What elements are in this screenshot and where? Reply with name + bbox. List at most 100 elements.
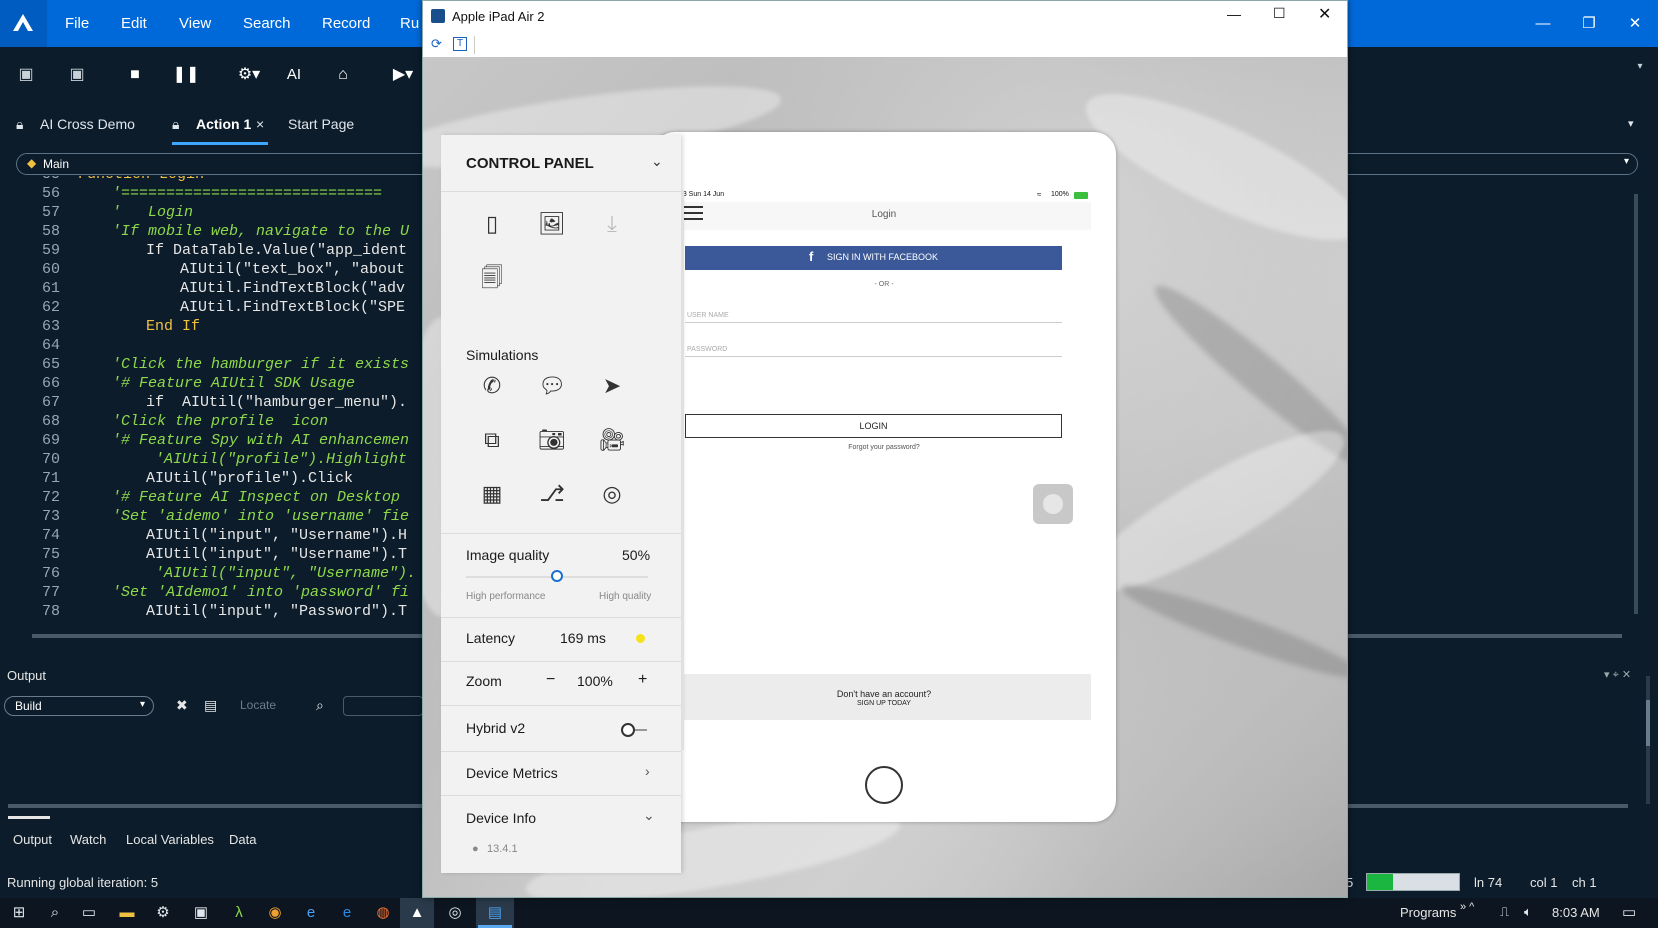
menu-edit[interactable]: Edit [121,0,147,47]
text-icon[interactable]: T [453,37,467,51]
panel-options-icon[interactable]: ▾ ⌖ ✕ [1604,668,1631,682]
settings-icon[interactable]: ⚙ [152,902,174,924]
tab-ai-cross-demo[interactable]: AI Cross Demo [40,103,135,145]
uft-icon[interactable]: ▲ [406,902,428,924]
archive-icon[interactable]: ⌂ [329,47,357,103]
chevron-right-icon[interactable]: › [645,763,650,779]
menu-view[interactable]: View [179,0,211,47]
output-vertical-scrollbar[interactable] [1646,676,1650,804]
tab-close-icon[interactable]: × [256,103,264,145]
device-info-label[interactable]: Device Info [466,810,536,826]
rotate-device-icon[interactable]: ▯ [477,209,507,239]
image-icon[interactable]: 🖼︎ [537,209,567,239]
maximize-icon[interactable]: ☐ [1273,5,1286,22]
terminal-icon[interactable]: ▣ [190,902,212,924]
task-view-icon[interactable]: ▭ [78,902,100,924]
device-metrics-label[interactable]: Device Metrics [466,765,558,781]
code-text: 'Set 'aidemo' into 'username' fie [112,508,410,525]
app-switch-icon[interactable]: ⧉ [477,425,507,455]
zoom-out-button[interactable]: − [546,671,555,689]
bottom-tab-output[interactable]: Output [13,832,52,847]
tab-list-icon[interactable]: ▾ [1628,103,1634,145]
signup-link[interactable]: SIGN UP TODAY [677,700,1091,707]
chevron-down-icon[interactable]: ⌄ [643,807,655,824]
search-icon[interactable]: ⌕ [44,902,66,924]
video-icon[interactable]: 🎥︎ [597,425,627,455]
app-icon[interactable]: λ [228,902,250,924]
search-icon[interactable]: ⌕ [316,697,324,714]
code-text: '# Feature Spy with AI enhancemen [112,432,410,449]
document-text-icon[interactable]: 🗐︎ [477,263,507,293]
device-screen[interactable]: :03 Sun 14 Jun 100% ≈ Login f SIGN IN WI… [677,190,1091,736]
record-options-icon[interactable]: ⚙▾ [232,47,266,103]
wrap-icon[interactable]: ▤ [204,697,217,714]
restore-icon[interactable]: ❐ [1566,0,1612,47]
password-field[interactable]: PASSWORD [685,344,1062,357]
latency-label: Latency [466,630,516,646]
control-panel-scrollbar[interactable] [681,190,684,750]
stop-icon[interactable]: ■ [121,47,149,103]
chevron-up-icon[interactable]: » ^ [1460,901,1474,913]
assistive-touch-button[interactable] [1033,484,1073,524]
forgot-password-link[interactable]: Forgot your password? [677,444,1091,451]
build-select[interactable]: Build ▾ [4,696,154,716]
emulator-title: Apple iPad Air 2 [452,9,545,24]
tab-action-1[interactable]: Action 1 [196,103,251,145]
network-icon[interactable]: ◎ [597,479,627,509]
output-search-input[interactable] [343,696,423,716]
save-icon[interactable]: ▣ [12,47,40,103]
file-explorer-icon[interactable]: ▬ [116,902,138,924]
minimize-icon[interactable]: — [1227,6,1241,22]
tab-start-page[interactable]: Start Page [288,103,354,145]
fingerprint-icon[interactable]: ⎇ [537,479,567,509]
menu-search[interactable]: Search [243,0,291,47]
chevron-down-icon[interactable]: ▾ [1626,39,1654,95]
chevron-down-icon[interactable]: ⌄ [651,153,663,170]
login-button-label: LOGIN [859,421,888,431]
bottom-tab-local-variables[interactable]: Local Variables [126,832,214,847]
ai-button[interactable]: AI [280,47,308,103]
username-field[interactable]: USER NAME [685,310,1062,323]
facebook-signin-button[interactable]: f SIGN IN WITH FACEBOOK [685,246,1062,270]
firefox-icon[interactable]: ◍ [372,902,394,924]
pause-icon[interactable]: ❚❚ [172,47,200,103]
location-icon[interactable]: ➤ [597,371,627,401]
qr-code-icon[interactable]: ▦ [477,479,507,509]
menu-run[interactable]: Ru [400,0,419,47]
camera-icon[interactable]: 📷︎ [537,425,567,455]
login-button[interactable]: LOGIN [685,414,1062,438]
menu-record[interactable]: Record [322,0,370,47]
clear-icon[interactable]: ✖ [176,697,188,714]
bottom-tab-watch[interactable]: Watch [70,832,106,847]
edge-icon[interactable]: e [336,902,358,924]
line-number: 62 [41,299,60,316]
windows-start-icon[interactable]: ⊞ [8,902,30,924]
zoom-in-button[interactable]: + [638,671,647,689]
notifications-icon[interactable]: ▭ [1622,903,1636,921]
taskbar-clock[interactable]: 8:03 AM [1552,905,1600,920]
procedure-combo-value: Main [43,157,70,171]
close-icon[interactable]: ✕ [1318,4,1331,24]
editor-vertical-scrollbar[interactable] [1630,182,1642,622]
taskbar-programs[interactable]: Programs [1400,905,1456,920]
volume-muted-icon[interactable]: 🔈︎ [1524,904,1532,920]
save-all-icon[interactable]: ▣ [63,47,91,103]
home-button[interactable] [865,766,903,804]
run-icon[interactable]: ▶▾ [386,47,420,103]
ie-icon[interactable]: e [300,902,322,924]
control-panel-title: CONTROL PANEL [466,155,594,172]
image-quality-slider[interactable] [466,570,648,582]
phone-icon[interactable]: ✆ [477,371,507,401]
refresh-icon[interactable]: ⟳ [431,36,442,52]
locate-button[interactable]: Locate [240,698,276,712]
minimize-icon[interactable]: — [1520,0,1566,47]
network-icon[interactable]: ⎍ [1500,904,1509,920]
menu-file[interactable]: File [65,0,89,47]
chrome-icon[interactable]: ◉ [264,902,286,924]
bottom-tab-data[interactable]: Data [229,832,256,847]
chat-icon[interactable]: 💬︎ [537,371,567,401]
mobile-center-icon[interactable]: ▤ [484,902,506,924]
hybrid-toggle[interactable] [621,723,647,737]
xbox-icon[interactable]: ◎ [444,902,466,924]
apple-icon: ● [472,843,479,855]
